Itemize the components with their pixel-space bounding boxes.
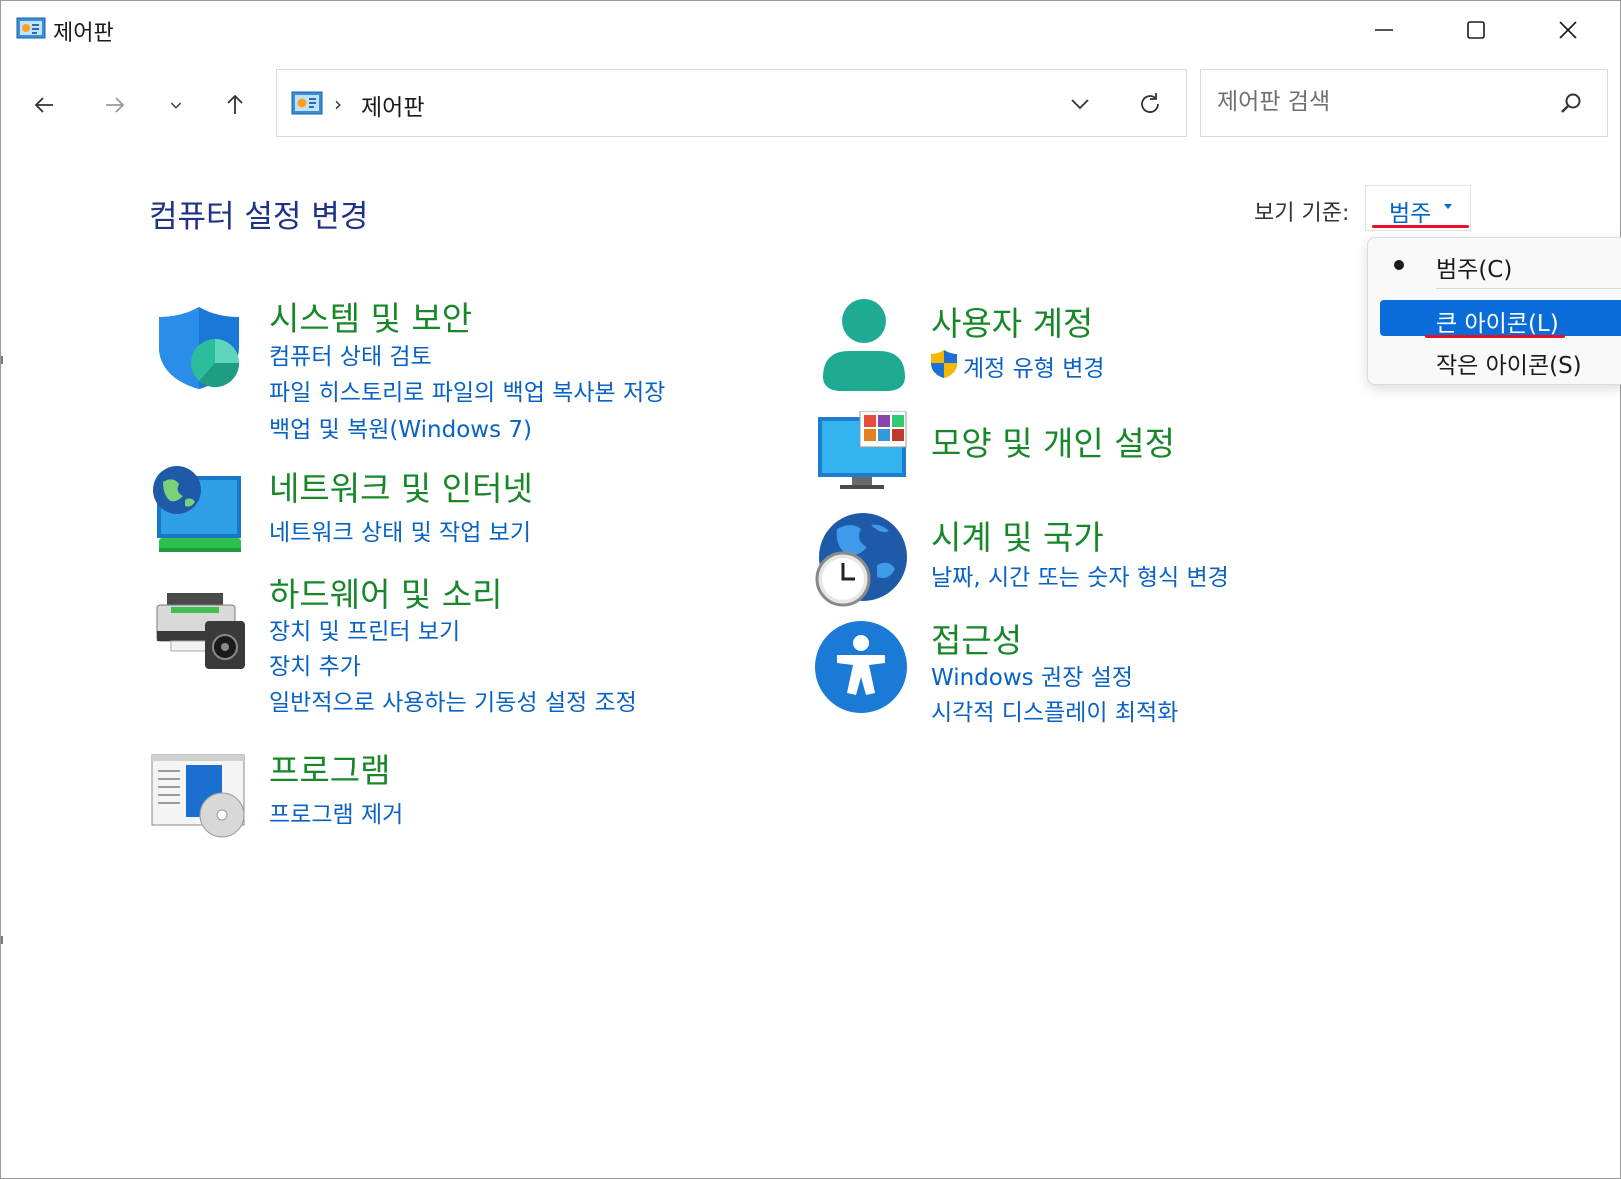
address-bar[interactable]: › 제어판 bbox=[276, 69, 1187, 137]
link-mobility-settings[interactable]: 일반적으로 사용하는 기동성 설정 조정 bbox=[269, 683, 637, 717]
category-title-appearance-personalization[interactable]: 모양 및 개인 설정 bbox=[931, 417, 1175, 465]
monitor-personalize-icon bbox=[818, 411, 907, 489]
link-date-time-format[interactable]: 날짜, 시간 또는 숫자 형식 변경 bbox=[931, 558, 1229, 592]
network-globe-icon bbox=[153, 466, 241, 552]
breadcrumb-separator[interactable]: › bbox=[334, 92, 342, 116]
link-file-history-backup[interactable]: 파일 히스토리로 파일의 백업 복사본 저장 bbox=[269, 373, 665, 407]
link-change-account-type[interactable]: 계정 유형 변경 bbox=[963, 349, 1105, 383]
chevron-down-icon bbox=[170, 102, 182, 109]
menu-item-large-icons[interactable]: 큰 아이콘(L) bbox=[1380, 300, 1621, 337]
edge-mark bbox=[1, 936, 3, 944]
menu-separator bbox=[1436, 288, 1621, 289]
link-review-computer-status[interactable]: 컴퓨터 상태 검토 bbox=[269, 337, 432, 371]
forward-button[interactable] bbox=[92, 83, 136, 127]
close-button[interactable] bbox=[1522, 1, 1614, 59]
link-network-status[interactable]: 네트워크 상태 및 작업 보기 bbox=[269, 513, 531, 547]
menu-item-label: 작은 아이콘(S) bbox=[1436, 353, 1582, 379]
menu-item-label: 범주(C) bbox=[1436, 257, 1513, 283]
category-title-network-internet[interactable]: 네트워크 및 인터넷 bbox=[269, 462, 533, 510]
caret-down-icon bbox=[1444, 204, 1452, 209]
up-button[interactable] bbox=[213, 83, 257, 127]
maximize-icon bbox=[1467, 21, 1485, 39]
control-panel-icon bbox=[291, 91, 323, 115]
forward-arrow-icon bbox=[106, 97, 125, 113]
link-add-device[interactable]: 장치 추가 bbox=[269, 647, 361, 681]
view-by-label: 보기 기준: bbox=[1254, 201, 1350, 226]
minimize-icon bbox=[1375, 29, 1393, 31]
menu-item-small-icons[interactable]: 작은 아이콘(S) bbox=[1380, 342, 1621, 379]
window-title: 제어판 bbox=[53, 21, 114, 46]
recent-locations-button[interactable] bbox=[154, 83, 198, 127]
category-title-user-accounts[interactable]: 사용자 계정 bbox=[931, 297, 1093, 345]
annotation-underline bbox=[1372, 225, 1469, 228]
link-devices-printers[interactable]: 장치 및 프린터 보기 bbox=[269, 612, 460, 646]
checked-bullet-icon bbox=[1394, 260, 1404, 270]
up-arrow-icon bbox=[227, 94, 243, 114]
minimize-button[interactable] bbox=[1338, 1, 1430, 59]
shield-icon bbox=[159, 307, 240, 389]
globe-clock-icon bbox=[815, 513, 907, 607]
control-panel-icon bbox=[16, 17, 46, 39]
maximize-button[interactable] bbox=[1430, 1, 1522, 59]
link-windows-recommended-settings[interactable]: Windows 권장 설정 bbox=[931, 658, 1133, 692]
category-title-programs[interactable]: 프로그램 bbox=[269, 744, 390, 792]
uac-shield-icon bbox=[931, 350, 957, 378]
control-panel-window: 제어판 › 제어판 제어판 검색 컴퓨터 설정 변경 보기 기준: 범주 시스템… bbox=[0, 0, 1621, 1179]
category-title-system-security[interactable]: 시스템 및 보안 bbox=[269, 292, 472, 340]
edge-mark bbox=[1, 356, 3, 364]
printer-speaker-icon bbox=[156, 593, 245, 669]
page-title: 컴퓨터 설정 변경 bbox=[149, 199, 369, 235]
link-backup-restore[interactable]: 백업 및 복원(Windows 7) bbox=[269, 410, 532, 444]
refresh-icon[interactable] bbox=[1136, 90, 1164, 118]
accessibility-icon bbox=[815, 621, 907, 713]
annotation-underline bbox=[1425, 335, 1565, 338]
back-button[interactable] bbox=[23, 83, 67, 127]
link-uninstall-program[interactable]: 프로그램 제거 bbox=[269, 795, 403, 829]
close-icon bbox=[1559, 21, 1577, 39]
category-title-accessibility[interactable]: 접근성 bbox=[931, 614, 1022, 662]
back-arrow-icon bbox=[34, 97, 53, 113]
breadcrumb-location[interactable]: 제어판 bbox=[361, 88, 424, 122]
user-account-icon bbox=[823, 299, 905, 391]
programs-disc-icon bbox=[151, 754, 245, 838]
menu-item-label: 큰 아이콘(L) bbox=[1436, 311, 1559, 337]
search-input[interactable] bbox=[1215, 88, 1539, 116]
search-icon[interactable] bbox=[1557, 90, 1585, 118]
view-by-value[interactable]: 범주 bbox=[1389, 194, 1431, 228]
link-optimize-visual-display[interactable]: 시각적 디스플레이 최적화 bbox=[931, 693, 1178, 727]
view-by-menu: 범주(C) 큰 아이콘(L) 작은 아이콘(S) bbox=[1367, 237, 1621, 385]
title-bar: 제어판 bbox=[1, 1, 1620, 59]
address-history-dropdown-icon[interactable] bbox=[1066, 90, 1094, 118]
category-title-hardware-sound[interactable]: 하드웨어 및 소리 bbox=[269, 568, 503, 616]
menu-item-category[interactable]: 범주(C) bbox=[1380, 246, 1621, 283]
search-box[interactable] bbox=[1200, 69, 1608, 137]
category-title-clock-region[interactable]: 시계 및 국가 bbox=[931, 511, 1104, 559]
